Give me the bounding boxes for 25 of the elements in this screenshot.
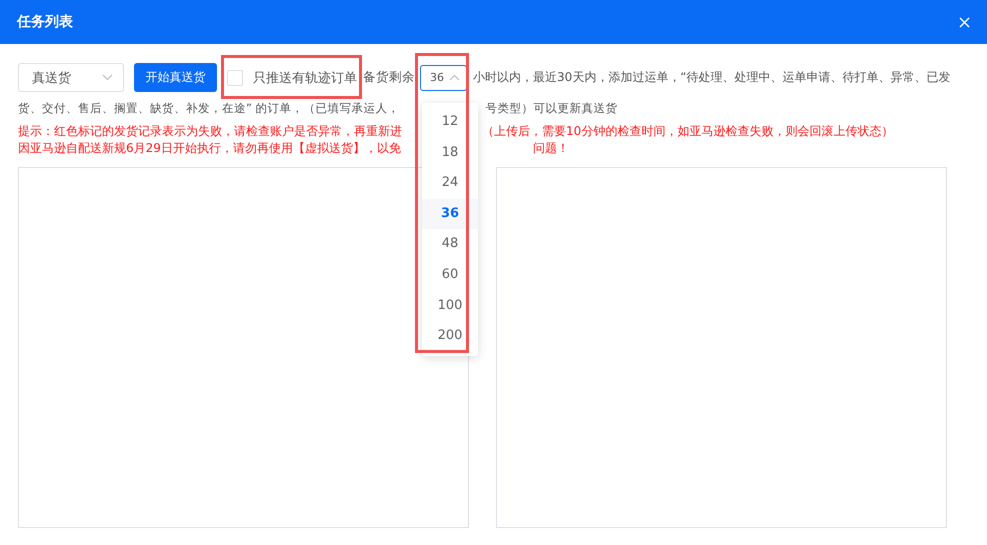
dropdown-option[interactable]: 60 xyxy=(422,260,478,291)
warning-text: 提示：红色标记的发货记录表示为失败，请检查账户是否异常，再重新进 xyxy=(18,123,402,140)
warning-text: （上传后，需要10分钟的检查时间，如亚马逊检查失败，则会回滚上传状态） xyxy=(482,123,894,140)
description-text: 号类型）可以更新真送货 xyxy=(486,100,618,116)
caret-icon xyxy=(102,74,113,81)
dropdown-option[interactable]: 18 xyxy=(422,138,478,168)
dropdown-option[interactable]: 48 xyxy=(422,229,478,260)
description-text: 货、交付、售后、搁置、缺货、补发，在途” 的订单，（已填写承运人， xyxy=(18,100,400,116)
close-icon[interactable] xyxy=(959,16,970,28)
checkbox[interactable] xyxy=(227,70,243,86)
dropdown-option[interactable]: 12 xyxy=(422,107,478,138)
window-title: 任务列表 xyxy=(17,13,73,31)
hours-select[interactable]: 36 xyxy=(420,64,467,90)
dropdown-option[interactable]: 36 xyxy=(422,198,478,230)
caret-icon xyxy=(449,74,460,81)
warning-text: 问题！ xyxy=(532,140,569,157)
description-text: 小时以内，最近30天内，添加过运单，“待处理、处理中、运单申请、待打单、异常、已发 xyxy=(473,69,950,86)
track-only-checkbox[interactable]: 只推送有轨迹订单 xyxy=(227,68,357,86)
warning-text: 因亚马逊自配送新规6月29日开始执行，请勿再使用【虚拟送货】，以免 xyxy=(18,140,401,157)
dropdown-option[interactable]: 100 xyxy=(422,290,478,322)
mode-select[interactable]: 真送货 xyxy=(18,63,124,92)
dropdown-option[interactable]: 200 xyxy=(422,321,478,352)
stock-label: 备货剩余 xyxy=(363,69,415,86)
dropdown-option[interactable]: 24 xyxy=(422,168,478,199)
start-button[interactable]: 开始真送货 xyxy=(134,63,217,92)
